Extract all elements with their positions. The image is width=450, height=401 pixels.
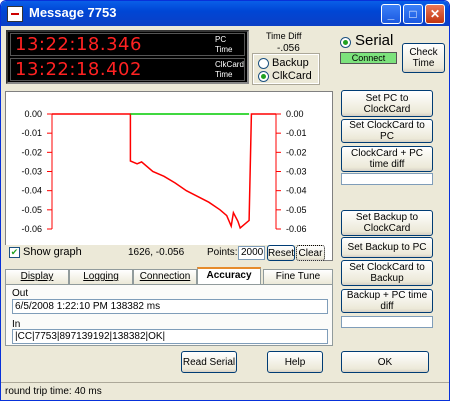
clkcard-radio[interactable]: [258, 71, 269, 82]
tab-accuracy[interactable]: Accuracy: [197, 267, 261, 284]
time-diff-label: Time Diff: [266, 31, 302, 41]
status-bar: round trip time: 40 ms: [1, 382, 449, 400]
clockcard-pc-diff-button[interactable]: ClockCard + PC time diff: [341, 146, 433, 172]
backup-diff-field[interactable]: [341, 316, 433, 328]
check-time-label: Check Time: [409, 47, 437, 69]
graph-controls: ✔ Show graph 1626, -0.056 Points: 2000 R…: [5, 245, 325, 262]
clkcard-time-row: 13:22:18.402 ClkCard Time: [10, 58, 245, 81]
right-y-tick-label: -0.06: [286, 224, 307, 234]
cursor-coords: 1626, -0.056: [128, 247, 185, 258]
time-display: 13:22:18.346 PC Time 13:22:18.402 ClkCard…: [6, 30, 249, 84]
left-y-tick-label: -0.06: [21, 224, 42, 234]
clkcard-time-label: ClkCard Time: [215, 60, 244, 80]
close-button[interactable]: ✕: [425, 4, 445, 24]
pc-label-line1: PC: [215, 35, 227, 44]
pc-time-value: 13:22:18.346: [15, 34, 142, 55]
set-pc-to-clockcard-button[interactable]: Set PC to ClockCard: [341, 90, 433, 117]
tab-logging[interactable]: Logging: [69, 269, 133, 284]
clear-button[interactable]: Clear: [296, 245, 325, 261]
left-y-tick-label: -0.03: [21, 167, 42, 177]
serial-radio[interactable]: [340, 37, 351, 48]
right-y-tick-label: -0.01: [286, 128, 307, 138]
graph-panel: 0.00 0.00 -0.01 -0.01 -0.02 -0.02 -0.03 -0.03 -0…: [5, 91, 333, 261]
backup-pc-diff-button[interactable]: Backup + PC time diff: [341, 289, 433, 313]
pc-time-row: 13:22:18.346 PC Time: [10, 33, 245, 56]
right-y-tick-label: -0.04: [286, 186, 307, 196]
pc-time-label: PC Time: [215, 35, 232, 55]
read-serial-button[interactable]: Read Serial: [181, 351, 237, 373]
set-backup-to-clockcard-button[interactable]: Set Backup to ClockCard: [341, 210, 433, 236]
app-window: Message 7753 _ □ ✕ 13:22:18.346 PC Time 1…: [0, 0, 450, 401]
tab-connection[interactable]: Connection: [133, 269, 197, 284]
clkcard-time-value: 13:22:18.402: [15, 59, 142, 80]
points-label: Points:: [207, 247, 238, 258]
set-clockcard-to-pc-button[interactable]: Set ClockCard to PC: [341, 119, 433, 143]
left-y-tick-label: -0.02: [21, 147, 42, 157]
right-y-tick-label: -0.03: [286, 167, 307, 177]
right-y-tick-label: -0.02: [286, 147, 307, 157]
title-bar[interactable]: Message 7753 _ □ ✕: [1, 1, 449, 26]
ok-button[interactable]: OK: [341, 351, 429, 373]
connect-status[interactable]: Connect: [340, 52, 397, 64]
left-y-tick-label: -0.01: [21, 128, 42, 138]
backup-radio[interactable]: [258, 58, 269, 69]
tab-bar: Display Logging Connection Accuracy Fine…: [5, 267, 333, 284]
left-y-tick-label: -0.05: [21, 205, 42, 215]
set-backup-to-pc-button[interactable]: Set Backup to PC: [341, 237, 433, 258]
check-time-button[interactable]: Check Time: [402, 43, 445, 73]
check-time-line1: Check: [409, 47, 438, 58]
source-radio-group: Backup ClkCard: [252, 53, 320, 85]
accuracy-graph: 0.00 0.00 -0.01 -0.01 -0.02 -0.02 -0.03 -0.03 -0…: [21, 109, 307, 234]
out-label: Out: [12, 288, 29, 299]
clk-label-line1: ClkCard: [215, 60, 244, 69]
clkcard-radio-label[interactable]: ClkCard: [272, 70, 312, 82]
tab-fine-tune[interactable]: Fine Tune: [263, 269, 333, 284]
left-y-tick-label: -0.04: [21, 186, 42, 196]
backup-radio-label[interactable]: Backup: [272, 57, 309, 69]
serial-radio-label[interactable]: Serial: [355, 32, 393, 49]
accuracy-tab-page: Out 6/5/2008 1:22:10 PM 138382 ms In |CC…: [5, 284, 333, 346]
left-y-tick-label: 0.00: [24, 109, 42, 119]
show-graph-checkbox[interactable]: ✔: [9, 247, 20, 258]
help-button[interactable]: Help: [267, 351, 323, 373]
series-line-0: [52, 113, 276, 230]
minimize-button[interactable]: _: [381, 4, 401, 24]
window-title: Message 7753: [29, 5, 117, 20]
right-y-tick-label: -0.05: [286, 205, 307, 215]
in-field[interactable]: |CC|7753|897139192|138382|OK|: [12, 329, 328, 344]
tab-display[interactable]: Display: [5, 269, 69, 284]
set-clockcard-to-backup-button[interactable]: Set ClockCard to Backup: [341, 260, 433, 286]
maximize-button[interactable]: □: [403, 4, 423, 24]
right-y-tick-label: 0.00: [286, 109, 304, 119]
clockcard-diff-field[interactable]: [341, 173, 433, 185]
clk-label-line2: Time: [215, 70, 233, 79]
time-diff-value: -.056: [277, 43, 300, 54]
show-graph-label[interactable]: Show graph: [23, 246, 82, 258]
points-input[interactable]: 2000: [238, 246, 265, 260]
check-time-line2: Time: [412, 58, 435, 69]
pc-label-line2: Time: [215, 45, 233, 54]
reset-button[interactable]: Reset: [267, 245, 295, 261]
out-field[interactable]: 6/5/2008 1:22:10 PM 138382 ms: [12, 299, 328, 314]
app-icon: [7, 6, 23, 22]
